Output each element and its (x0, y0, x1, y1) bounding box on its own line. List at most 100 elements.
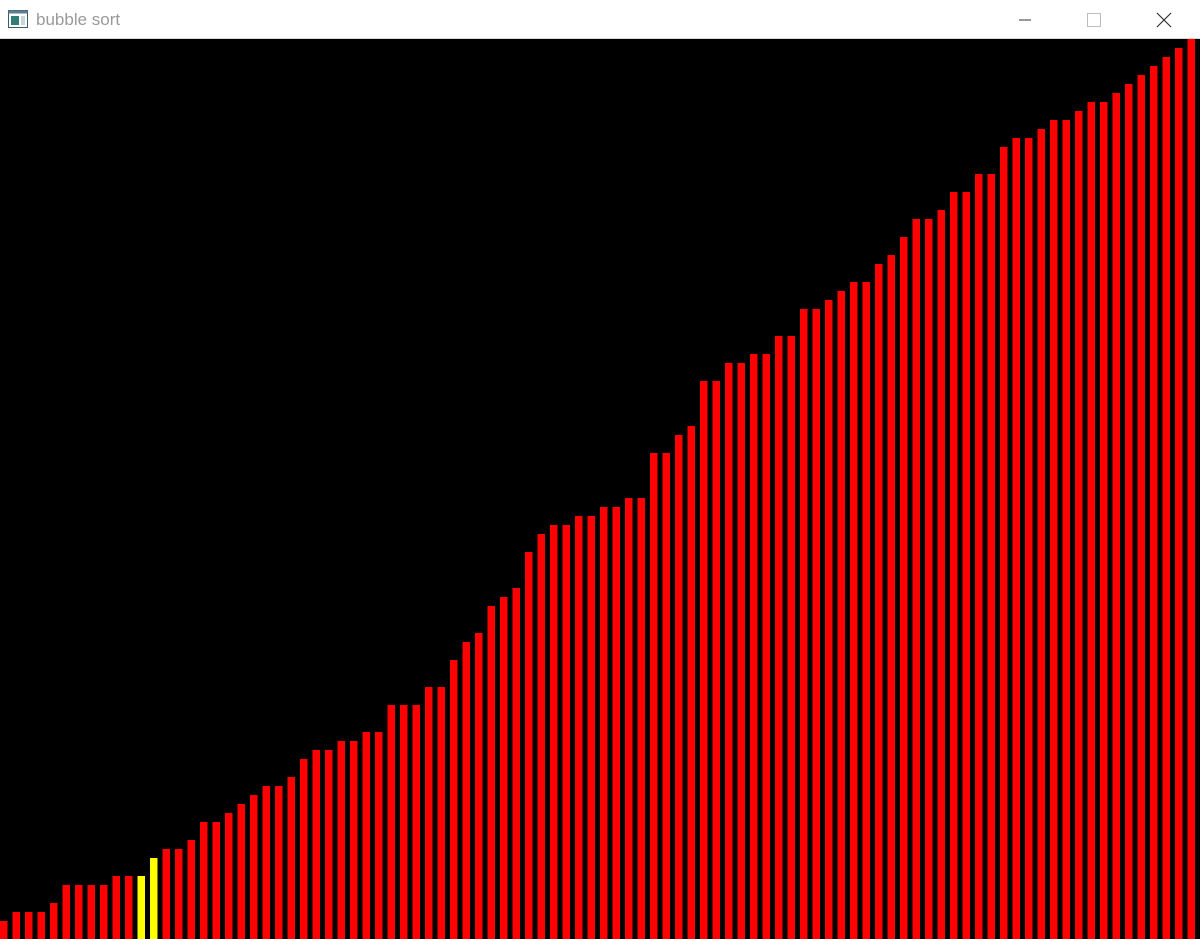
bar (625, 498, 633, 939)
bar (862, 282, 870, 939)
bar (587, 516, 595, 939)
bar (1062, 120, 1070, 939)
bar (112, 876, 120, 939)
bar (900, 237, 908, 939)
bar (425, 687, 433, 939)
bar (737, 363, 745, 939)
bar (775, 336, 783, 939)
bar (212, 822, 220, 939)
bar (637, 498, 645, 939)
bar (400, 705, 408, 939)
bar (1137, 75, 1145, 939)
bar (650, 453, 658, 939)
bar (725, 363, 733, 939)
bar (825, 300, 833, 939)
bar (787, 336, 795, 939)
bar (362, 732, 370, 939)
sort-visualization-canvas (0, 39, 1200, 939)
bar (837, 291, 845, 939)
bar (62, 885, 70, 939)
bar (225, 813, 233, 939)
bar (712, 381, 720, 939)
bar (700, 381, 708, 939)
bar-highlighted (137, 876, 145, 939)
bar (512, 588, 520, 939)
app-window-icon (8, 10, 28, 28)
bar (175, 849, 183, 939)
bar (987, 174, 995, 939)
bar (312, 750, 320, 939)
bar (87, 885, 95, 939)
bar (1087, 102, 1095, 939)
bar (450, 660, 458, 939)
bar (487, 606, 495, 939)
maximize-icon (1087, 12, 1101, 27)
minimize-icon (1019, 14, 1031, 26)
bar (387, 705, 395, 939)
bar (1075, 111, 1083, 939)
bar (1162, 57, 1170, 939)
bar-highlighted (150, 858, 158, 939)
minimize-button[interactable] (1002, 0, 1048, 39)
bar (1187, 39, 1195, 939)
bar (162, 849, 170, 939)
bar (887, 255, 895, 939)
bar (37, 912, 45, 939)
bar (925, 219, 933, 939)
bar (812, 309, 820, 939)
bar (537, 534, 545, 939)
bar (550, 525, 558, 939)
window-title: bubble sort (36, 10, 121, 29)
bar (1112, 93, 1120, 939)
bar (25, 912, 33, 939)
bar (262, 786, 270, 939)
bar (575, 516, 583, 939)
bar (437, 687, 445, 939)
bar (75, 885, 83, 939)
bar (475, 633, 483, 939)
bar (200, 822, 208, 939)
app-window: bubble sort (0, 0, 1200, 939)
bar (875, 264, 883, 939)
bar (337, 741, 345, 939)
bar (275, 786, 283, 939)
maximize-button[interactable] (1071, 0, 1117, 39)
bar (975, 174, 983, 939)
title-bar[interactable]: bubble sort (0, 0, 1200, 39)
bar (687, 426, 695, 939)
bar (750, 354, 758, 939)
bar (1125, 84, 1133, 939)
bar (1025, 138, 1033, 939)
bar (125, 876, 133, 939)
bar (375, 732, 383, 939)
bar (1175, 48, 1183, 939)
bar (250, 795, 258, 939)
bar (500, 597, 508, 939)
bar (237, 804, 245, 939)
bar (962, 192, 970, 939)
bar (1050, 120, 1058, 939)
bar (950, 192, 958, 939)
bar (287, 777, 295, 939)
bar (675, 435, 683, 939)
bar (600, 507, 608, 939)
bar (300, 759, 308, 939)
bar (762, 354, 770, 939)
bar (612, 507, 620, 939)
bar (325, 750, 333, 939)
close-icon (1156, 12, 1172, 28)
bar (12, 912, 20, 939)
bar (525, 552, 533, 939)
bar (1100, 102, 1108, 939)
bar (187, 840, 195, 939)
close-button[interactable] (1141, 0, 1187, 39)
bar (1037, 129, 1045, 939)
bar (937, 210, 945, 939)
bar (412, 705, 420, 939)
bar (462, 642, 470, 939)
bar-chart (0, 39, 1195, 939)
bar (350, 741, 358, 939)
bar (662, 453, 670, 939)
bar (100, 885, 108, 939)
bar (50, 903, 58, 939)
